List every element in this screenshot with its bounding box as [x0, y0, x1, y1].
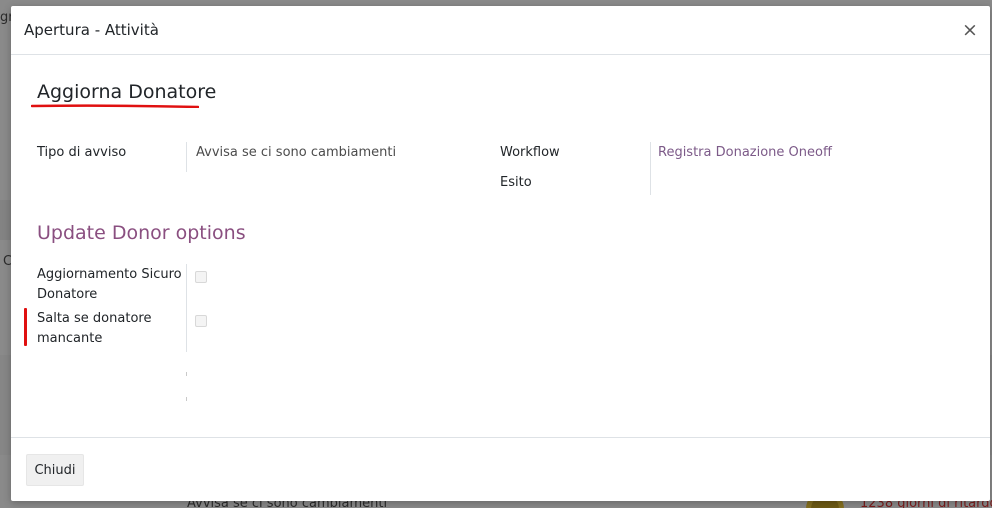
field-separator — [186, 397, 187, 401]
activity-dialog: Apertura - Attività × Aggiorna Donatore … — [11, 6, 990, 501]
close-icon[interactable]: × — [958, 18, 982, 42]
annotation-underline — [31, 104, 199, 108]
annotation-marker — [24, 308, 27, 346]
skip-missing-checkbox[interactable] — [195, 315, 207, 327]
field-separator — [186, 372, 187, 376]
option-label-line: mancante — [37, 331, 103, 346]
option-label-skip-missing: Salta se donatore mancante — [37, 309, 151, 349]
option-label-line: Salta se donatore — [37, 311, 152, 326]
dialog-footer: Chiudi — [11, 437, 990, 501]
notice-type-label: Tipo di avviso — [37, 145, 127, 160]
field-separator — [186, 142, 187, 172]
dialog-header: Apertura - Attività × — [11, 6, 990, 55]
notice-type-value: Avvisa se ci sono cambiamenti — [196, 145, 397, 160]
dialog-title: Apertura - Attività — [24, 21, 159, 39]
field-separator — [186, 264, 187, 352]
close-button[interactable]: Chiudi — [26, 454, 84, 486]
option-label-line: Donatore — [37, 287, 98, 302]
option-label-secure-update: Aggiornamento Sicuro Donatore — [37, 265, 182, 305]
outcome-label: Esito — [500, 175, 532, 190]
workflow-link[interactable]: Registra Donazione Oneoff — [658, 143, 832, 163]
workflow-label: Workflow — [500, 145, 560, 160]
field-separator — [650, 142, 651, 195]
secure-update-checkbox[interactable] — [195, 271, 207, 283]
section-title: Update Donor options — [37, 222, 246, 244]
option-label-line: Aggiornamento Sicuro — [37, 267, 182, 282]
record-title: Aggiorna Donatore — [37, 81, 217, 103]
